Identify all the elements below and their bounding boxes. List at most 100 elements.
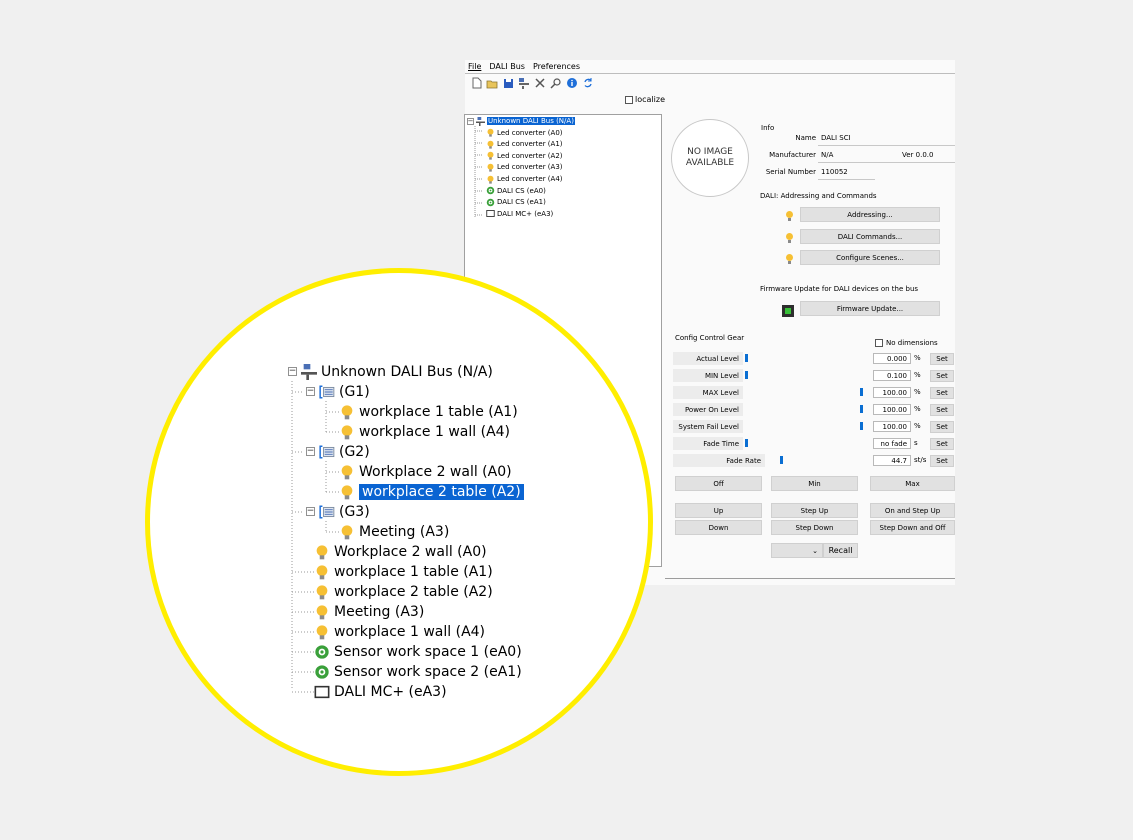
level-value-field[interactable]: 0.000	[873, 353, 911, 364]
tree-item[interactable]: Led converter (A1)	[486, 139, 563, 149]
info-icon[interactable]	[566, 77, 578, 89]
addressing-heading: DALI: Addressing and Commands	[760, 192, 877, 200]
level-value-field[interactable]: 0.100	[873, 370, 911, 381]
tree-item[interactable]: Led converter (A0)	[486, 128, 563, 138]
collapse-toggle[interactable]: −	[306, 507, 315, 516]
level-slider-thumb[interactable]	[860, 388, 863, 396]
level-slider-thumb[interactable]	[745, 371, 748, 379]
bulb-icon	[486, 128, 495, 137]
tree-item-label: DALI MC+ (eA3)	[334, 684, 447, 700]
level-value-field[interactable]: 100.00	[873, 404, 911, 415]
up-button[interactable]: Up	[675, 503, 762, 518]
menu-dali-bus[interactable]: DALI Bus	[488, 62, 526, 71]
tree-item[interactable]: Led converter (A3)	[486, 162, 563, 172]
module-icon	[314, 684, 330, 700]
tree-item-label: Led converter (A0)	[497, 128, 563, 137]
new-file-icon[interactable]	[470, 77, 482, 89]
level-slider-thumb[interactable]	[779, 456, 783, 464]
bus-icon[interactable]	[518, 77, 530, 89]
addressing-button[interactable]: Addressing...	[800, 207, 940, 222]
bulb-icon	[486, 163, 495, 172]
level-value-field[interactable]: 100.00	[873, 387, 911, 398]
tools-icon[interactable]	[534, 77, 546, 89]
tree-item[interactable]: workplace 2 table (A2)	[339, 483, 524, 501]
tree-item-label: DALI CS (eA1)	[497, 198, 546, 207]
sensor-icon	[314, 644, 330, 660]
localize-option[interactable]: localize	[625, 95, 665, 104]
tree-item[interactable]: Workplace 2 wall (A0)	[339, 463, 512, 481]
tree-item-label: workplace 1 wall (A4)	[334, 624, 486, 640]
step-up-button[interactable]: Step Up	[771, 503, 858, 518]
tree-item-label: DALI MC+ (eA3)	[497, 209, 554, 218]
tree-item[interactable]: Led converter (A4)	[486, 174, 563, 184]
collapse-toggle[interactable]: −	[306, 447, 315, 456]
down-button[interactable]: Down	[675, 520, 762, 535]
bulb-icon	[339, 484, 355, 500]
tree-item[interactable]: workplace 1 table (A1)	[339, 403, 518, 421]
level-label: System Fail Level	[673, 420, 743, 433]
collapse-toggle[interactable]: −	[306, 387, 315, 396]
level-value-field[interactable]: 44.7	[873, 455, 911, 466]
localize-label: localize	[635, 95, 665, 104]
dali-commands-button[interactable]: DALI Commands...	[800, 229, 940, 244]
localize-checkbox[interactable]	[625, 95, 633, 104]
module-icon	[486, 209, 495, 218]
tree-item[interactable]: Meeting (A3)	[339, 523, 449, 541]
step-down-button[interactable]: Step Down	[771, 520, 858, 535]
group-icon	[319, 444, 335, 460]
set-button[interactable]: Set	[930, 353, 954, 365]
no-dimensions-checkbox[interactable]	[875, 339, 883, 347]
level-slider-thumb[interactable]	[745, 439, 748, 447]
level-slider-thumb[interactable]	[860, 405, 863, 413]
collapse-toggle[interactable]: −	[467, 117, 474, 125]
tree-item[interactable]: Sensor work space 2 (eA1)	[314, 663, 522, 681]
save-icon[interactable]	[502, 77, 514, 89]
off-button[interactable]: Off	[675, 476, 762, 491]
refresh-icon[interactable]	[582, 77, 594, 89]
collapse-toggle[interactable]: −	[288, 367, 297, 376]
group-icon	[319, 504, 335, 520]
tree-item[interactable]: Workplace 2 wall (A0)	[314, 543, 487, 561]
tree-item[interactable]: DALI CS (eA0)	[486, 186, 546, 196]
set-button[interactable]: Set	[930, 455, 954, 467]
tree-item[interactable]: Unknown DALI Bus (N/A)	[301, 363, 493, 381]
menu-file[interactable]: File	[467, 62, 482, 71]
set-button[interactable]: Set	[930, 387, 954, 399]
level-slider-thumb[interactable]	[745, 354, 748, 362]
tree-item[interactable]: Unknown DALI Bus (N/A)	[476, 116, 575, 126]
max-button[interactable]: Max	[870, 476, 955, 491]
tree-item[interactable]: workplace 1 wall (A4)	[314, 623, 485, 641]
set-button[interactable]: Set	[930, 370, 954, 382]
menu-preferences[interactable]: Preferences	[532, 62, 581, 71]
tree-item[interactable]: DALI CS (eA1)	[486, 197, 546, 207]
level-value-field[interactable]: 100.00	[873, 421, 911, 432]
level-value-field[interactable]: no fade	[873, 438, 911, 449]
set-button[interactable]: Set	[930, 438, 954, 450]
tree-item[interactable]: Sensor work space 1 (eA0)	[314, 643, 522, 661]
tree-item[interactable]: DALI MC+ (eA3)	[314, 683, 447, 701]
tree-item[interactable]: workplace 2 table (A2)	[314, 583, 493, 601]
tree-item[interactable]: workplace 1 table (A1)	[314, 563, 493, 581]
search-icon[interactable]	[550, 77, 562, 89]
min-button[interactable]: Min	[771, 476, 858, 491]
on-and-step-up-button[interactable]: On and Step Up	[870, 503, 955, 518]
tree-item[interactable]: workplace 1 wall (A4)	[339, 423, 510, 441]
open-folder-icon[interactable]	[486, 77, 498, 89]
firmware-update-button[interactable]: Firmware Update...	[800, 301, 940, 316]
level-label: Fade Rate	[673, 454, 765, 467]
tree-item-label: Workplace 2 wall (A0)	[359, 464, 512, 480]
configure-scenes-button[interactable]: Configure Scenes...	[800, 250, 940, 265]
level-slider-thumb[interactable]	[860, 422, 863, 430]
set-button[interactable]: Set	[930, 404, 954, 416]
tree-item[interactable]: DALI MC+ (eA3)	[486, 209, 553, 219]
tree-item[interactable]: Meeting (A3)	[314, 603, 424, 621]
step-down-and-off-button[interactable]: Step Down and Off	[870, 520, 955, 535]
tree-item[interactable]: (G1)	[319, 383, 370, 401]
set-button[interactable]: Set	[930, 421, 954, 433]
scene-select[interactable]: ⌄	[771, 543, 823, 558]
recall-button[interactable]: Recall	[823, 543, 858, 558]
unit-label: %	[914, 371, 921, 379]
tree-item[interactable]: (G3)	[319, 503, 370, 521]
tree-item[interactable]: Led converter (A2)	[486, 151, 563, 161]
tree-item[interactable]: (G2)	[319, 443, 370, 461]
